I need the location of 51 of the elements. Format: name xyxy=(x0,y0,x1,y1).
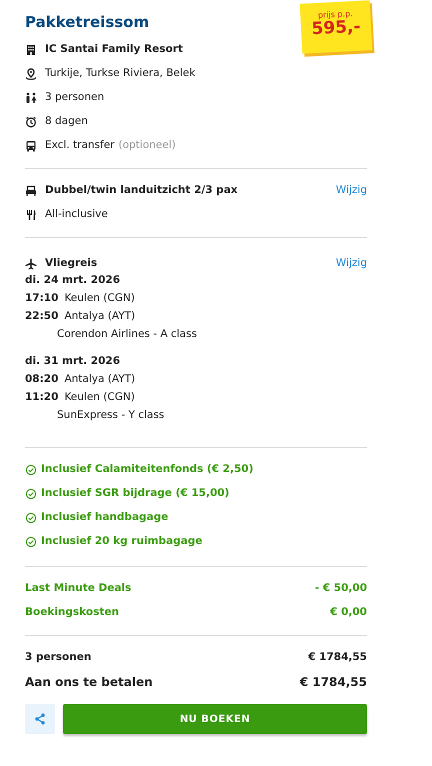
airport-name: Antalya (AYT) xyxy=(64,309,136,324)
price-amount: € 0,00 xyxy=(330,605,367,620)
price-label: Last Minute Deals xyxy=(25,581,132,596)
meal-plan: All-inclusive xyxy=(45,207,108,222)
change-link[interactable]: Wijzig xyxy=(336,183,367,199)
departure-time: 17:10 xyxy=(25,291,58,306)
airline-class: SunExpress - Y class xyxy=(57,408,164,424)
flight-date: di. 24 mrt. 2026 xyxy=(25,273,122,288)
flight-date: di. 31 mrt. 2026 xyxy=(25,354,122,370)
building-icon xyxy=(25,44,37,56)
airport-name: Keulen (CGN) xyxy=(64,390,135,406)
page-title: Pakketreissom xyxy=(25,12,150,32)
departure-time: 22:50 xyxy=(25,309,58,324)
airport-name: Keulen (CGN) xyxy=(64,291,135,306)
share-icon xyxy=(34,713,46,725)
detail-text: Excl. transfer xyxy=(45,138,114,154)
inclusion-text: Inclusief Calamiteitenfonds (€ 2,50) xyxy=(41,462,254,478)
optional-note: (optioneel) xyxy=(118,138,176,154)
price-label: prijs p.p. xyxy=(316,8,354,20)
inclusion-text: Inclusief SGR bijdrage (€ 15,00) xyxy=(41,486,230,502)
total-amount: € 1784,55 xyxy=(300,674,367,691)
share-button[interactable] xyxy=(25,704,55,734)
price-amount: - € 50,00 xyxy=(314,581,367,596)
people-icon xyxy=(25,92,37,104)
airplane-icon xyxy=(25,258,37,270)
bed-icon xyxy=(25,185,37,197)
airport-name: Antalya (AYT) xyxy=(64,372,136,388)
check-circle-icon xyxy=(25,536,37,548)
check-circle-icon xyxy=(25,512,37,524)
departure-time: 08:20 xyxy=(25,372,58,388)
total-label: Aan ons te betalen xyxy=(25,674,153,691)
total-label: 3 personen xyxy=(25,650,92,666)
flight-title: Vliegreis xyxy=(45,256,98,272)
detail-text: Turkije, Turkse Riviera, Belek xyxy=(45,66,196,82)
detail-text: IC Santai Family Resort xyxy=(45,42,183,58)
inclusion-text: Inclusief 20 kg ruimbagage xyxy=(41,534,202,550)
room-type: Dubbel/twin landuitzicht 2/3 pax xyxy=(45,183,238,198)
inclusion-text: Inclusief handbagage xyxy=(41,510,168,526)
price-label: Boekingskosten xyxy=(25,605,119,620)
book-button[interactable]: NU BOEKEN xyxy=(63,704,367,734)
bus-icon xyxy=(25,140,37,152)
total-amount: € 1784,55 xyxy=(308,650,367,666)
detail-text: 8 dagen xyxy=(45,114,88,130)
departure-time: 11:20 xyxy=(25,390,58,406)
check-circle-icon xyxy=(25,488,37,500)
cutlery-icon xyxy=(25,209,37,221)
airline-class: Corendon Airlines - A class xyxy=(57,327,197,342)
change-link[interactable]: Wijzig xyxy=(336,256,367,272)
detail-text: 3 personen xyxy=(45,90,104,106)
check-circle-icon xyxy=(25,464,37,476)
location-pin-icon xyxy=(25,68,37,80)
